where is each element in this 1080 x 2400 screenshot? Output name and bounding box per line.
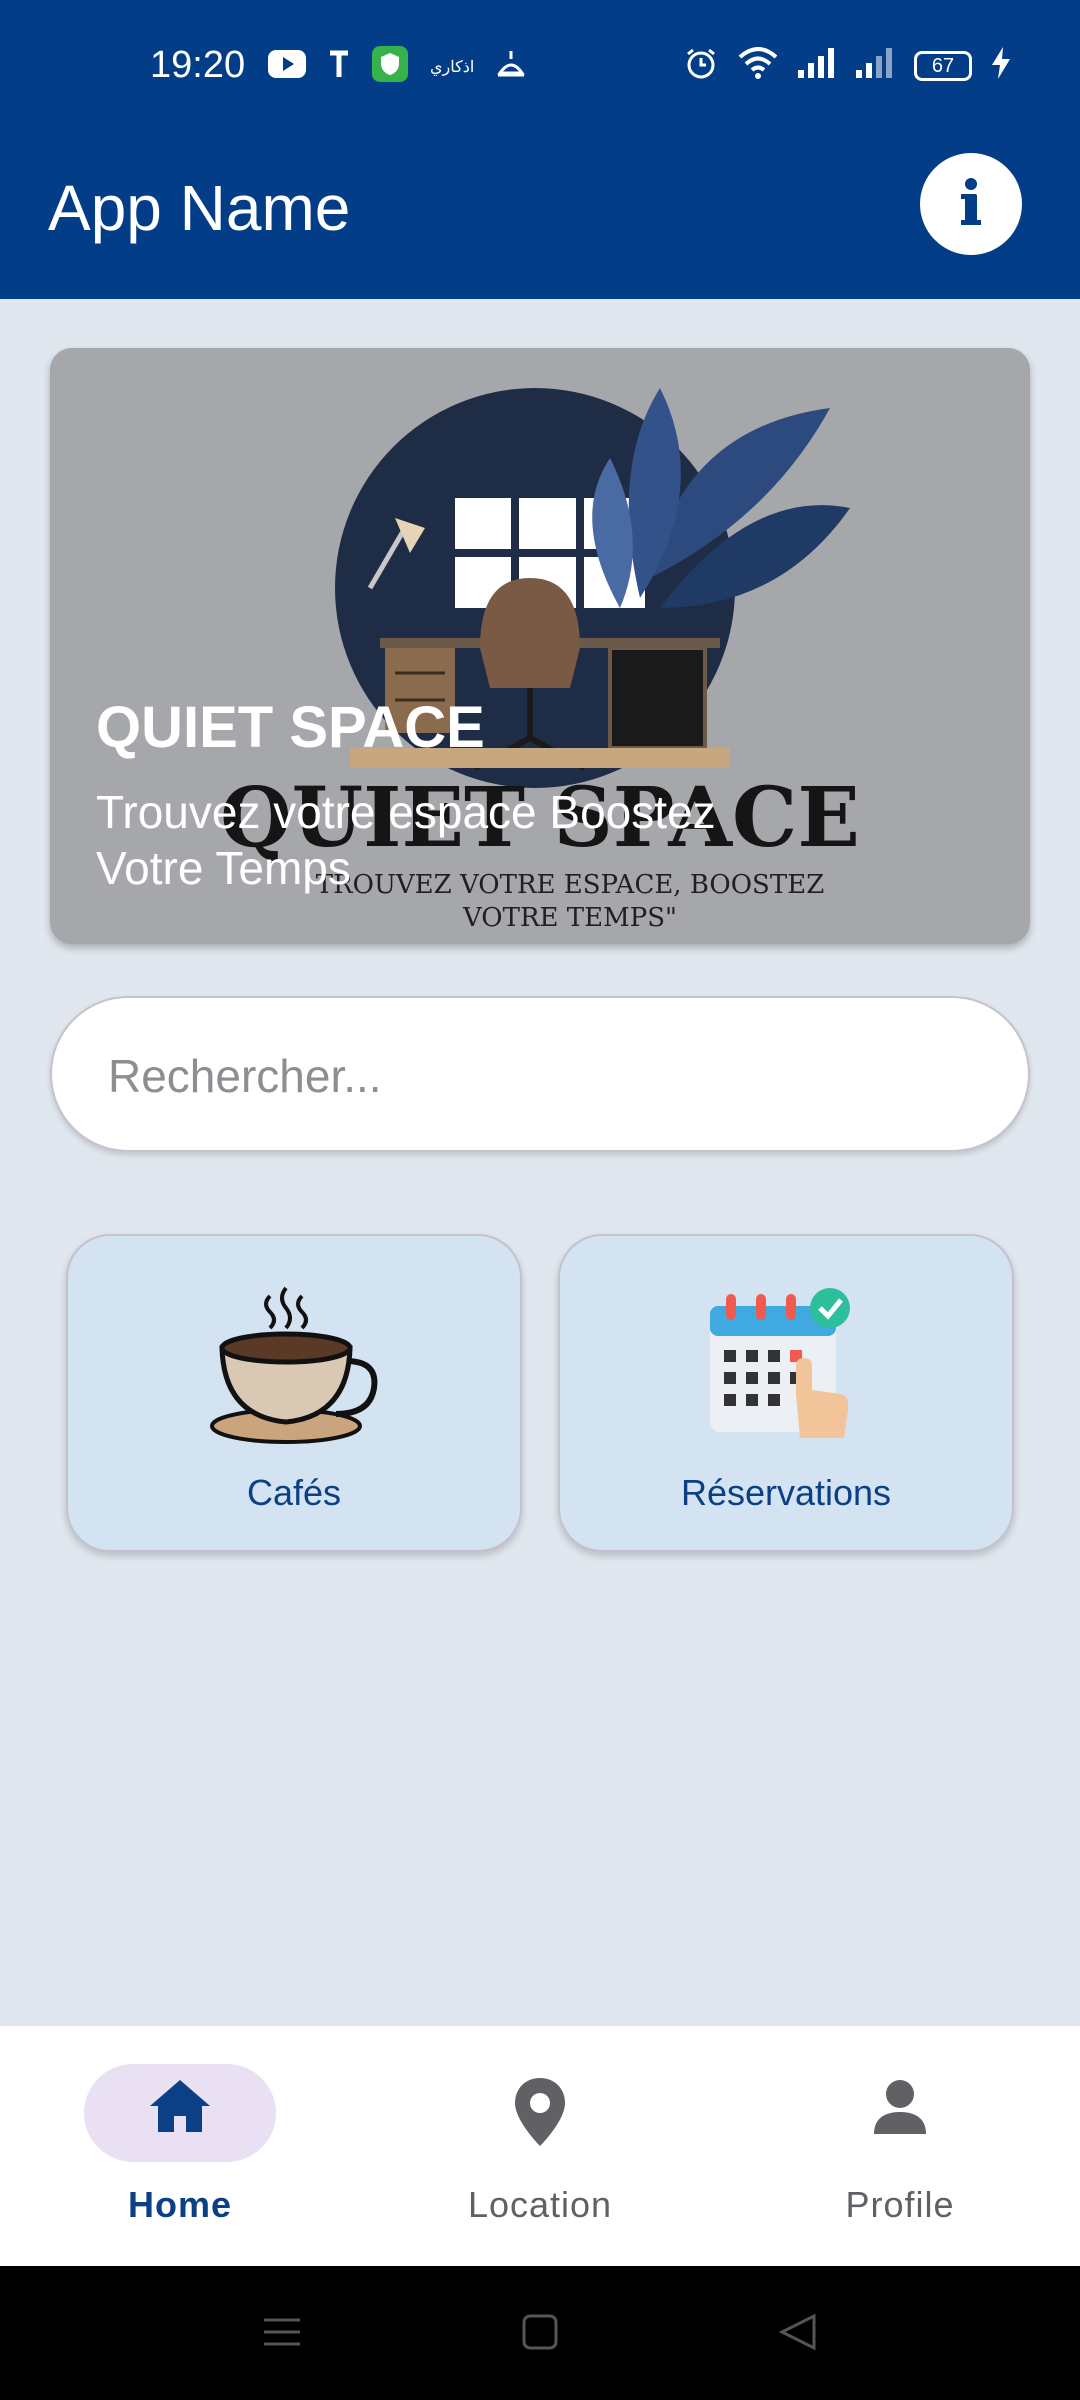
category-card-reservations[interactable]: Réservations	[558, 1234, 1014, 1552]
charging-icon	[992, 47, 1010, 84]
app-title: App Name	[48, 172, 351, 244]
search-input[interactable]	[108, 1036, 968, 1116]
info-button[interactable]	[920, 153, 1022, 255]
signal-icon-2	[856, 48, 894, 83]
alarm-icon	[684, 46, 718, 85]
app-bar: App Name	[0, 135, 1080, 299]
coffee-cup-icon	[210, 1286, 378, 1444]
adhkar-icon: اذكاري	[430, 58, 475, 76]
menu-icon[interactable]	[262, 2312, 302, 2357]
battery-icon: 67	[914, 50, 972, 81]
shield-icon	[372, 46, 408, 87]
nav-item-profile[interactable]: Profile	[720, 2026, 1080, 2266]
hero-banner[interactable]: QUIET SPACE TROUVEZ VOTRE ESPACE, BOOSTE…	[50, 348, 1030, 944]
location-pin-icon	[360, 2076, 720, 2148]
status-left-icons: اذكاري	[268, 46, 526, 87]
nav-label-profile: Profile	[845, 2184, 955, 2225]
back-icon[interactable]	[778, 2312, 818, 2357]
nav-label-home: Home	[127, 2184, 233, 2225]
category-card-cafes[interactable]: Cafés	[66, 1234, 522, 1552]
youtube-icon	[268, 50, 306, 83]
nav-item-home[interactable]: Home	[0, 2026, 360, 2266]
status-bar: 19:20 اذكاري 67	[0, 0, 1080, 135]
person-icon	[720, 2076, 1080, 2136]
category-label-reservations: Réservations	[680, 1472, 892, 1513]
home-square-icon[interactable]	[520, 2312, 560, 2357]
status-right-icons: 67	[684, 46, 1010, 85]
banner-title: QUIET SPACE	[96, 695, 485, 760]
bottom-navigation: Home Location Profile	[0, 2026, 1080, 2266]
nav-label-location: Location	[467, 2184, 613, 2225]
calendar-reservation-icon	[710, 1288, 850, 1438]
category-label-cafes: Cafés	[246, 1472, 342, 1513]
status-time: 19:20	[150, 44, 246, 86]
system-navigation-bar	[0, 2266, 1080, 2400]
info-icon	[941, 172, 1001, 237]
nav-item-location[interactable]: Location	[360, 2026, 720, 2266]
t-icon	[328, 49, 350, 84]
mosque-icon	[496, 49, 526, 84]
signal-icon	[798, 48, 836, 83]
wifi-icon	[738, 47, 778, 84]
search-bar[interactable]	[50, 996, 1030, 1152]
banner-subtitle: Trouvez votre espace Boostez Votre Temps	[96, 786, 716, 894]
home-icon	[0, 2076, 360, 2136]
logo-tagline-2: VOTRE TEMPS"	[462, 903, 677, 933]
